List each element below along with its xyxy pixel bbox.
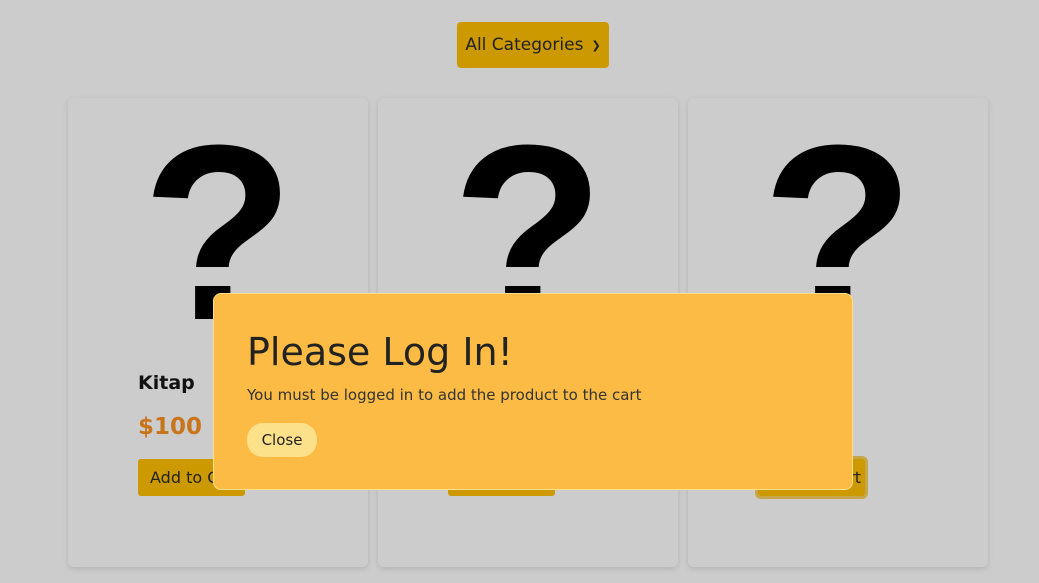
modal-title: Please Log In! [247,330,513,374]
page: All Categories ❯ ? Kitap $100 Add to Car… [0,0,1039,583]
category-select-value: All Categories [465,35,584,55]
login-required-modal: Please Log In! You must be logged in to … [213,293,853,490]
product-name: Kitap [138,372,195,394]
product-price: $100 [138,414,203,440]
modal-message: You must be logged in to add the product… [247,386,642,404]
category-select[interactable]: All Categories ❯ [457,22,609,68]
close-button[interactable]: Close [247,423,317,457]
chevron-down-icon: ❯ [591,39,601,52]
